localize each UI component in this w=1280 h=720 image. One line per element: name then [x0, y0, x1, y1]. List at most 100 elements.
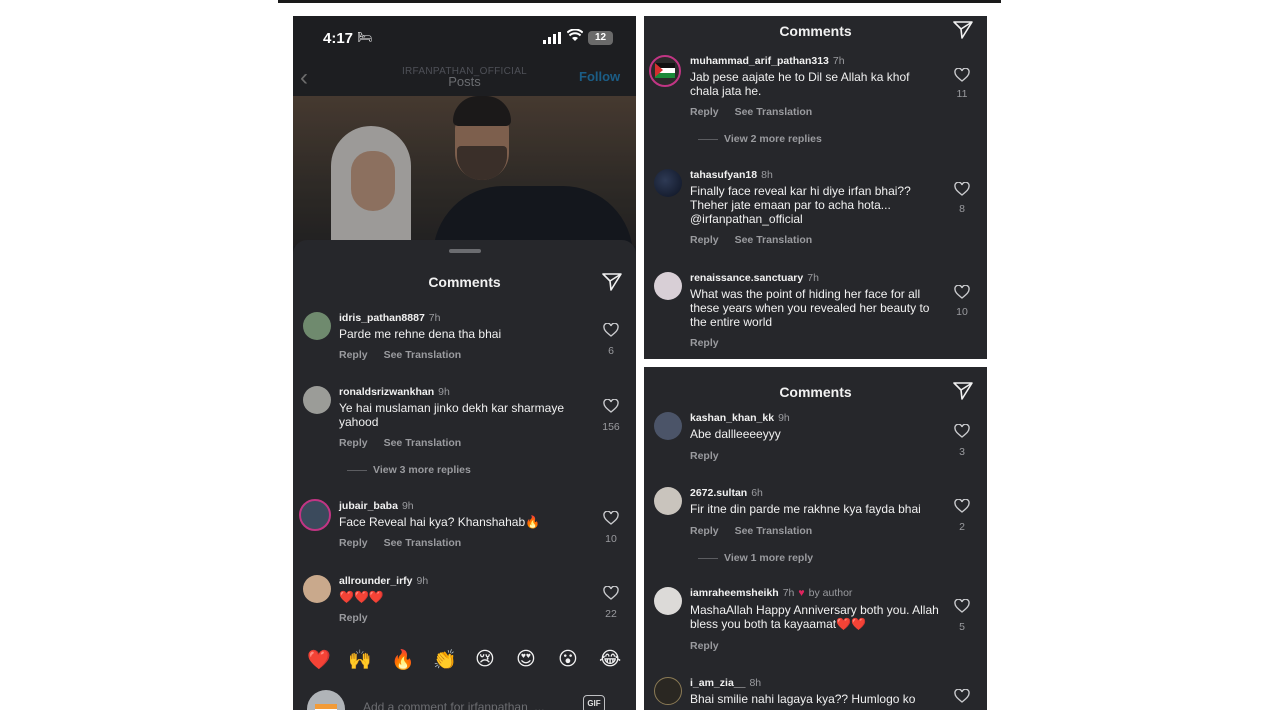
reply-button[interactable]: Reply [690, 234, 719, 246]
avatar-with-story[interactable] [299, 499, 331, 531]
see-translation-button[interactable]: See Translation [735, 525, 813, 537]
reply-button[interactable]: Reply [690, 450, 719, 462]
emoji-reaction-bar: ❤️ 🙌 🔥 👏 😢 😍 😮 😂 [293, 648, 636, 678]
emoji-crying[interactable]: 😢 [475, 648, 495, 671]
comment-username[interactable]: idris_pathan8887 [339, 312, 425, 324]
emoji-clap[interactable]: 👏 [433, 648, 457, 672]
share-icon[interactable] [602, 273, 622, 291]
avatar[interactable] [303, 575, 331, 603]
avatar[interactable] [654, 677, 682, 705]
comment-age: 7h [428, 312, 441, 324]
sheet-grab-handle[interactable] [449, 249, 481, 253]
comment-text: Bhai smilie nahi lagaya kya?? Humlogo ko [690, 692, 916, 706]
heart-icon[interactable] [954, 68, 970, 82]
comment-age: 8h [749, 677, 762, 689]
avatar[interactable] [654, 272, 682, 300]
comment-text: Ye hai muslaman jinko dekh kar sharmaye … [339, 401, 565, 429]
see-translation-button[interactable]: See Translation [384, 437, 462, 449]
see-translation-button[interactable]: See Translation [384, 349, 462, 361]
heart-icon[interactable] [603, 586, 619, 600]
share-icon[interactable] [953, 382, 973, 400]
like-count: 8 [959, 203, 965, 215]
avatar[interactable] [303, 386, 331, 414]
emoji-heart-eyes[interactable]: 😍 [516, 648, 536, 671]
comment-input[interactable]: Add a comment for irfanpathan_... [363, 700, 544, 710]
share-icon[interactable] [953, 21, 973, 39]
comments-title: Comments [779, 384, 852, 400]
view-more-replies[interactable]: View 3 more replies [347, 464, 471, 476]
like-count: 3 [959, 446, 965, 458]
like-count: 156 [602, 421, 620, 433]
emoji-fire[interactable]: 🔥 [391, 648, 415, 672]
avatar[interactable] [654, 587, 682, 615]
view-more-replies[interactable]: View 2 more replies [698, 133, 822, 145]
comment-username[interactable]: iamraheemsheikh [690, 587, 779, 599]
post-screenshot-panel: 4:17 🛏 12 ‹ IRFANPATHAN_OFFICIAL Posts F… [293, 16, 636, 710]
like-count: 10 [605, 533, 617, 545]
view-more-replies[interactable]: View 1 more reply [698, 552, 813, 564]
comment-age: 7h [782, 587, 795, 599]
by-author-label: by author [808, 587, 853, 599]
comment-text: MashaAllah Happy Anniversary both you. A… [690, 603, 939, 631]
comment-username[interactable]: 2672.sultan [690, 487, 747, 499]
heart-icon[interactable] [954, 285, 970, 299]
comment-age: 7h [832, 55, 845, 67]
reply-button[interactable]: Reply [690, 106, 719, 118]
battery-indicator: 12 [588, 31, 613, 45]
like-count: 22 [605, 608, 617, 620]
reply-button[interactable]: Reply [339, 537, 368, 549]
like-count: 6 [608, 345, 614, 357]
emoji-surprised[interactable]: 😮 [558, 648, 578, 671]
reply-button[interactable]: Reply [690, 640, 719, 652]
avatar[interactable] [654, 412, 682, 440]
comment-username[interactable]: ronaldsrizwankhan [339, 386, 434, 398]
like-count: 11 [956, 88, 968, 100]
comment-text: Abe dallleeeeyyy [690, 427, 781, 441]
like-count: 2 [959, 521, 965, 533]
see-translation-button[interactable]: See Translation [384, 537, 462, 549]
comment-username[interactable]: i_am_zia__ [690, 677, 745, 689]
top-divider [278, 0, 1001, 3]
sleep-icon: 🛏 [357, 30, 373, 44]
comment-username[interactable]: muhammad_arif_pathan313 [690, 55, 829, 67]
heart-icon[interactable] [954, 599, 970, 613]
see-translation-button[interactable]: See Translation [735, 234, 813, 246]
heart-icon[interactable] [954, 424, 970, 438]
comment-username[interactable]: renaissance.sanctuary [690, 272, 803, 284]
heart-icon[interactable] [603, 323, 619, 337]
comment-username[interactable]: jubair_baba [339, 500, 398, 512]
comments-title: Comments [779, 23, 852, 39]
follow-button[interactable]: Follow [579, 69, 620, 84]
heart-icon[interactable] [603, 511, 619, 525]
emoji-raised-hands[interactable]: 🙌 [348, 648, 372, 672]
avatar[interactable] [654, 487, 682, 515]
reply-button[interactable]: Reply [339, 349, 368, 361]
avatar-with-story[interactable] [649, 55, 681, 87]
emoji-laughing[interactable]: 😂 [599, 648, 621, 671]
comment-age: 8h [761, 169, 773, 181]
my-avatar [307, 690, 345, 710]
comment-username[interactable]: tahasufyan18 [690, 169, 757, 181]
see-translation-button[interactable]: See Translation [735, 106, 813, 118]
comment-age: 9h [438, 386, 450, 398]
comment-age: 9h [416, 575, 429, 587]
heart-icon[interactable] [954, 689, 970, 703]
comment-text: Jab pese aajate he to Dil se Allah ka kh… [690, 70, 910, 98]
heart-icon[interactable] [954, 499, 970, 513]
comment-text: What was the point of hiding her face fo… [690, 287, 930, 329]
heart-icon[interactable] [954, 182, 970, 196]
gif-button[interactable]: GIF [583, 695, 605, 710]
reply-button[interactable]: Reply [690, 525, 719, 537]
comment-username[interactable]: kashan_khan_kk [690, 412, 774, 424]
post-photo[interactable] [293, 96, 636, 246]
reply-button[interactable]: Reply [690, 337, 719, 349]
author-heart-icon: ♥ [798, 587, 805, 599]
heart-icon[interactable] [603, 399, 619, 413]
emoji-heart[interactable]: ❤️ [307, 648, 331, 672]
avatar[interactable] [303, 312, 331, 340]
like-count: 10 [956, 306, 968, 318]
reply-button[interactable]: Reply [339, 437, 368, 449]
avatar[interactable] [654, 169, 682, 197]
comment-username[interactable]: allrounder_irfy [339, 575, 413, 587]
reply-button[interactable]: Reply [339, 612, 368, 624]
